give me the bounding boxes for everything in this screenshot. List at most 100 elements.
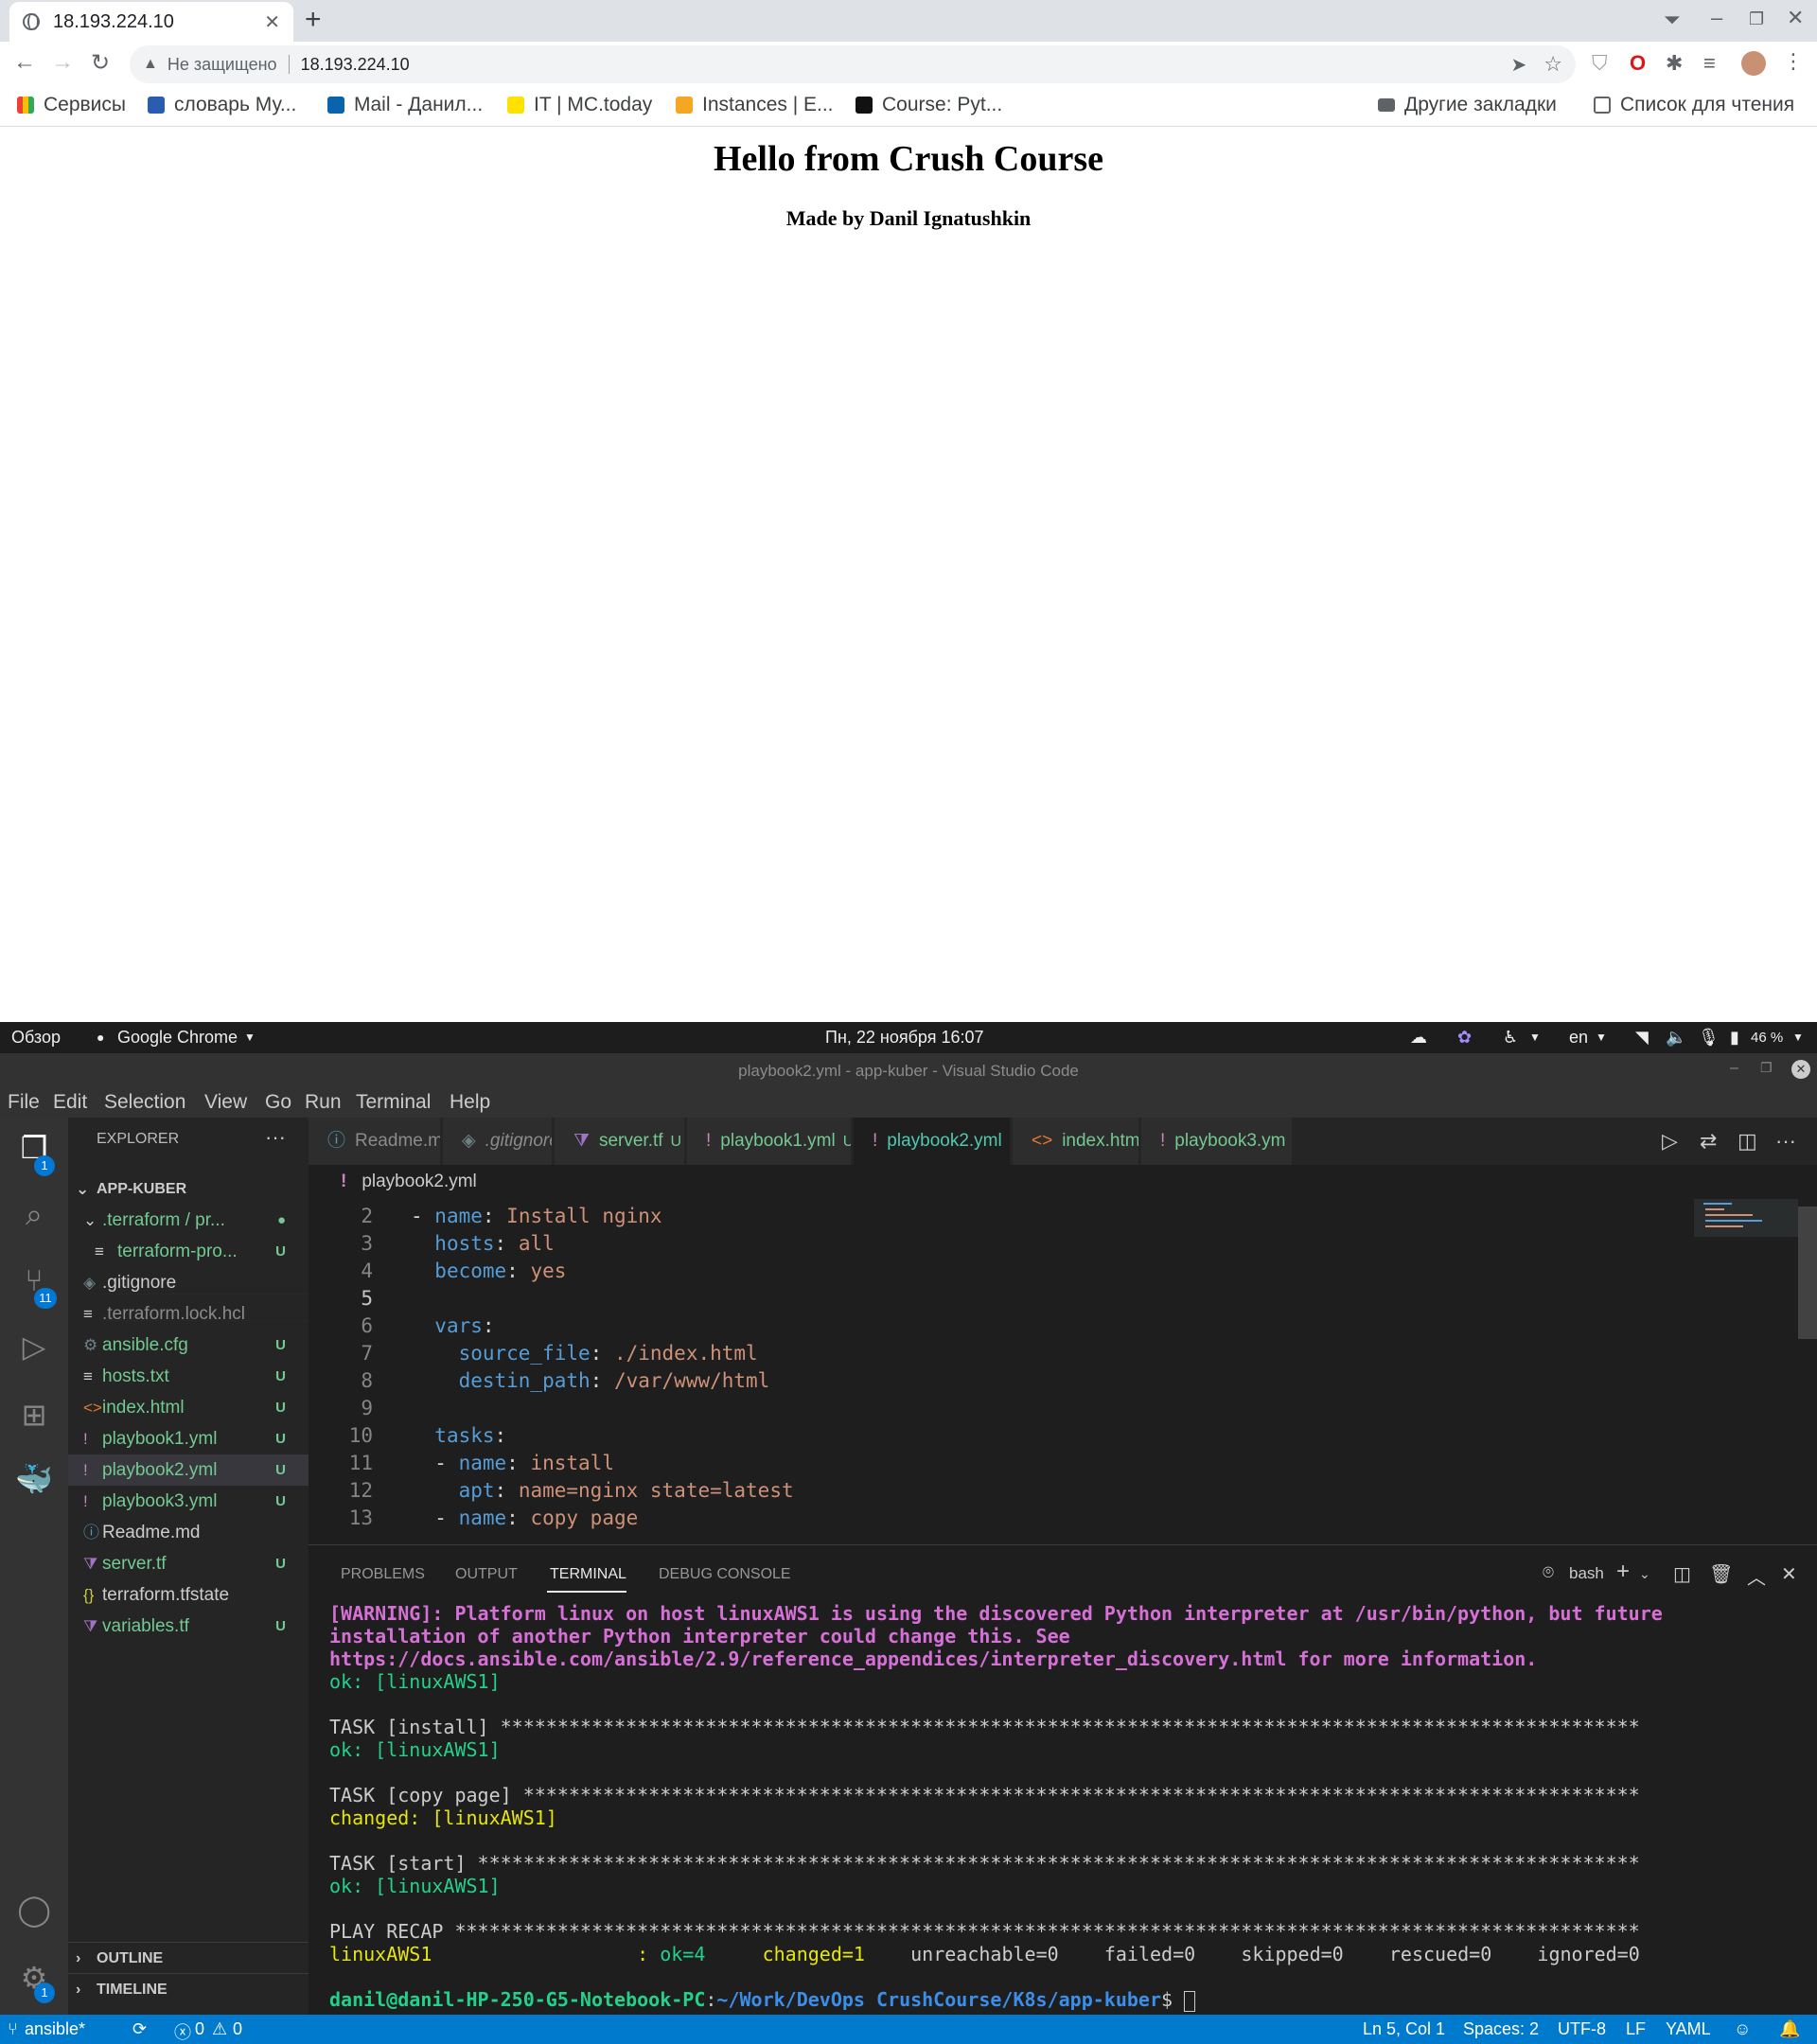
clock[interactable]: Пн, 22 ноября 16:07 (825, 1028, 984, 1048)
error-icon[interactable]: ⓧ (174, 2019, 191, 2044)
bookmark-course[interactable]: Course: Pyt... (856, 94, 1002, 116)
accessibility-icon[interactable]: ♿ (1503, 1028, 1518, 1048)
file-tree-item[interactable]: ⧩ variables.tf U (68, 1611, 309, 1642)
wifi-icon[interactable]: ◥ (1635, 1028, 1649, 1048)
puzzle-icon[interactable]: ✱ (1666, 51, 1683, 76)
address-bar[interactable]: ▲ Не защищено 18.193.224.10 ➤ ☆ (130, 45, 1576, 83)
tab-problems[interactable]: PROBLEMS (341, 1566, 425, 1583)
code-line[interactable]: 3 hosts: all (309, 1230, 1681, 1258)
reading-list[interactable]: Список для чтения (1594, 94, 1794, 116)
menu-view[interactable]: View (204, 1091, 247, 1114)
avatar[interactable] (1741, 51, 1766, 76)
restore-icon[interactable]: ❐ (1760, 1060, 1773, 1076)
minimize-icon[interactable]: – (1711, 6, 1722, 30)
warning-count[interactable]: 0 (233, 2019, 242, 2039)
account-icon[interactable]: ◯ (13, 1889, 55, 1930)
menu-go[interactable]: Go (265, 1091, 291, 1114)
outline-section[interactable]: › OUTLINE (68, 1942, 309, 1973)
code-line[interactable]: 4 become: yes (309, 1258, 1681, 1285)
minimap[interactable] (1694, 1199, 1798, 1544)
breadcrumb-file[interactable]: playbook2.yml (362, 1172, 476, 1191)
editor-tab[interactable]: ◈ .gitignore (443, 1118, 553, 1165)
search-icon[interactable]: ⌕ (13, 1193, 55, 1235)
code-line[interactable]: 11 - name: install (309, 1450, 1681, 1477)
menu-run[interactable]: Run (305, 1091, 342, 1114)
tab-search-icon[interactable]: ⏷ (1664, 8, 1681, 32)
opera-extension-icon[interactable]: O (1630, 51, 1646, 76)
chevron-down-icon[interactable]: ⌄ (1639, 1566, 1650, 1582)
file-tree-item[interactable]: ⓘ Readme.md (68, 1517, 309, 1548)
file-tree-item[interactable]: ≡ hosts.txt U (68, 1361, 309, 1392)
run-debug-icon[interactable]: ▷ (13, 1326, 55, 1367)
compare-icon[interactable]: ⇄ (1700, 1129, 1717, 1154)
error-count[interactable]: 0 (195, 2019, 204, 2039)
forward-icon[interactable]: → (51, 49, 74, 76)
menu-icon[interactable]: ⋮ (1783, 49, 1804, 74)
reload-icon[interactable]: ↻ (91, 49, 110, 77)
docker-icon[interactable]: 🐳 (13, 1458, 55, 1500)
sync-icon[interactable]: ⟳ (132, 2019, 147, 2039)
battery-level[interactable]: 46 % (1751, 1030, 1783, 1046)
more-actions-icon[interactable]: ··· (1775, 1129, 1796, 1154)
warning-icon[interactable]: ⚠ (212, 2019, 227, 2039)
file-tree-item[interactable]: {} terraform.tfstate (68, 1579, 309, 1611)
editor-scrollbar[interactable] (1798, 1207, 1817, 1339)
terminal-prompt[interactable]: danil@danil-HP-250-G5-Notebook-PC:~/Work… (329, 1988, 1815, 2012)
breadcrumb[interactable]: ! playbook2.yml (309, 1165, 1817, 1199)
tab-debug-console[interactable]: DEBUG CONSOLE (659, 1566, 791, 1583)
editor-tab[interactable]: <> index.html U (1013, 1118, 1139, 1165)
code-line[interactable]: 13 - name: copy page (309, 1505, 1681, 1532)
microphone-icon[interactable]: 🎙 (1698, 1028, 1720, 1048)
other-bookmarks[interactable]: Другие закладки (1378, 94, 1557, 116)
browser-tab[interactable]: 18.193.224.10 ✕ (9, 2, 293, 42)
file-tree-item[interactable]: ! playbook2.yml U (68, 1454, 309, 1486)
editor-tab[interactable]: !playbook2.ymlU✕ (854, 1118, 1011, 1165)
shield-extension-icon[interactable]: ⛉ (1592, 51, 1608, 76)
file-tree-item[interactable]: ! playbook1.yml U (68, 1423, 309, 1454)
code-line[interactable]: 12 apt: name=nginx state=latest (309, 1477, 1681, 1505)
back-icon[interactable]: ← (13, 49, 36, 76)
more-actions-icon[interactable]: ··· (265, 1125, 286, 1150)
bookmark-dictionary[interactable]: словарь Му... (148, 94, 296, 116)
activities-button[interactable]: Обзор (11, 1028, 61, 1048)
new-tab-button[interactable]: + (305, 4, 322, 36)
battery-icon[interactable]: ▮ (1730, 1028, 1739, 1048)
warning-icon[interactable]: ▲ (143, 56, 158, 73)
cloud-icon[interactable]: ☁ (1410, 1028, 1427, 1048)
tab-output[interactable]: OUTPUT (455, 1566, 518, 1583)
line-ending[interactable]: LF (1626, 2019, 1646, 2039)
code-line[interactable]: 7 source_file: ./index.html (309, 1340, 1681, 1367)
feedback-icon[interactable]: ☺ (1734, 2019, 1751, 2039)
bell-icon[interactable]: 🔔 (1779, 2019, 1800, 2039)
code-line[interactable]: 2 - name: Install nginx (309, 1203, 1681, 1230)
timeline-section[interactable]: › TIMELINE (68, 1973, 309, 2004)
close-tab-icon[interactable]: ✕ (264, 10, 280, 34)
minimize-icon[interactable]: – (1730, 1060, 1738, 1077)
star-icon[interactable]: ☆ (1544, 52, 1562, 77)
file-tree-item[interactable]: ! playbook3.yml U (68, 1486, 309, 1517)
bookmark-services[interactable]: Сервисы (17, 94, 126, 116)
indicator-icon[interactable]: ✿ (1457, 1028, 1472, 1048)
close-window-icon[interactable]: ✕ (1791, 1060, 1810, 1079)
app-menu[interactable]: Google Chrome (117, 1028, 238, 1048)
indentation[interactable]: Spaces: 2 (1463, 2019, 1539, 2039)
code-line[interactable]: 8 destin_path: /var/www/html (309, 1367, 1681, 1395)
file-tree-item[interactable]: ⧩ server.tf U (68, 1548, 309, 1579)
security-status[interactable]: Не защищено (168, 55, 277, 75)
project-folder[interactable]: ⌄ APP-KUBER (68, 1173, 309, 1205)
git-branch[interactable]: ansible* (25, 2019, 85, 2039)
send-icon[interactable]: ➤ (1511, 53, 1527, 77)
file-tree-item[interactable]: ≡ terraform-pro... U (68, 1236, 309, 1267)
tab-terminal[interactable]: TERMINAL (550, 1566, 626, 1583)
extensions-icon[interactable]: ⊞ (13, 1394, 55, 1436)
new-terminal-icon[interactable]: + (1616, 1559, 1630, 1585)
editor-tab[interactable]: ! playbook3.ym (1141, 1118, 1293, 1165)
menu-file[interactable]: File (8, 1091, 40, 1114)
code-line[interactable]: 6 vars: (309, 1313, 1681, 1340)
bookmark-mail[interactable]: Mail - Данил... (327, 94, 483, 116)
file-tree-item[interactable]: ⚙ ansible.cfg U (68, 1330, 309, 1361)
close-window-icon[interactable]: ✕ (1787, 6, 1804, 30)
bookmark-instances[interactable]: Instances | E... (676, 94, 834, 116)
editor-tab[interactable]: ! playbook1.yml U (687, 1118, 852, 1165)
file-tree-item[interactable]: <> index.html U (68, 1392, 309, 1423)
